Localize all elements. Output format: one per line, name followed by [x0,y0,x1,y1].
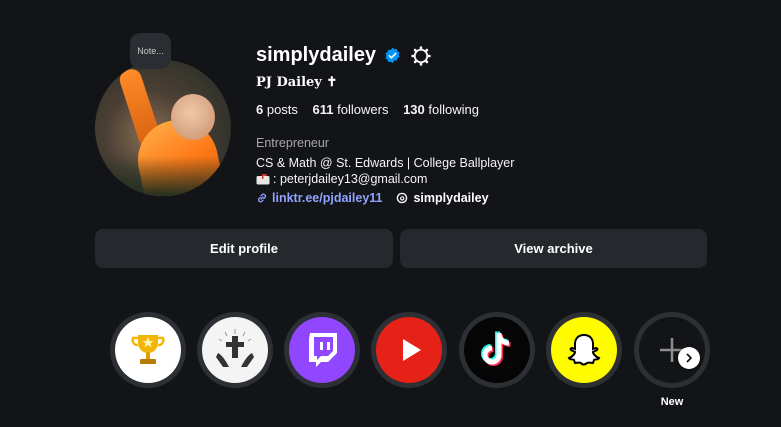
highlights-next-button[interactable] [678,347,700,369]
username: simplydailey [256,44,377,66]
profile-stats: 6 posts 611 followers 130 following [256,102,490,117]
highlight-tiktok[interactable] [459,312,535,388]
cross-hands-icon [216,329,254,367]
display-name: PJ Dailey ✝ [256,75,338,90]
verified-badge-icon [385,47,400,64]
posts-count: 6 posts [256,102,298,117]
highlight-youtube[interactable] [371,312,447,388]
view-archive-button[interactable]: View archive [400,229,707,268]
highlight-faith[interactable] [197,312,273,388]
note-bubble[interactable]: Note... [130,33,171,69]
threads-handle-link[interactable]: simplydailey [413,191,488,205]
profile-avatar[interactable] [95,60,231,196]
new-highlight-button[interactable] [634,312,710,388]
snapchat-icon [567,333,601,366]
edit-profile-button[interactable]: Edit profile [95,229,393,268]
bio-email-line: : peterjdailey13@gmail.com [256,172,427,186]
highlight-trophy[interactable] [110,312,186,388]
profile-category: Entrepreneur [256,136,329,150]
bio-line: CS & Math @ St. Edwards | College Ballpl… [256,156,515,170]
tiktok-icon [481,331,511,366]
highlight-snapchat[interactable] [546,312,622,388]
bio-email: : peterjdailey13@gmail.com [273,172,428,186]
chevron-right-icon [686,353,692,363]
link-icon [257,193,267,203]
threads-icon [397,192,408,204]
highlight-twitch[interactable] [284,312,360,388]
settings-gear-icon[interactable] [411,45,431,66]
username-row: simplydailey [256,44,431,67]
mailbox-icon [256,173,270,184]
trophy-icon [131,335,165,364]
profile-links: linktr.ee/pjdailey11 simplydailey [256,191,489,205]
following-link[interactable]: 130 following [403,102,479,117]
twitch-icon [309,333,337,367]
new-highlight-label: New [660,396,684,408]
youtube-icon [403,339,421,361]
followers-link[interactable]: 611 followers [313,102,389,117]
avatar-photo [95,60,231,196]
external-link[interactable]: linktr.ee/pjdailey11 [272,191,382,205]
